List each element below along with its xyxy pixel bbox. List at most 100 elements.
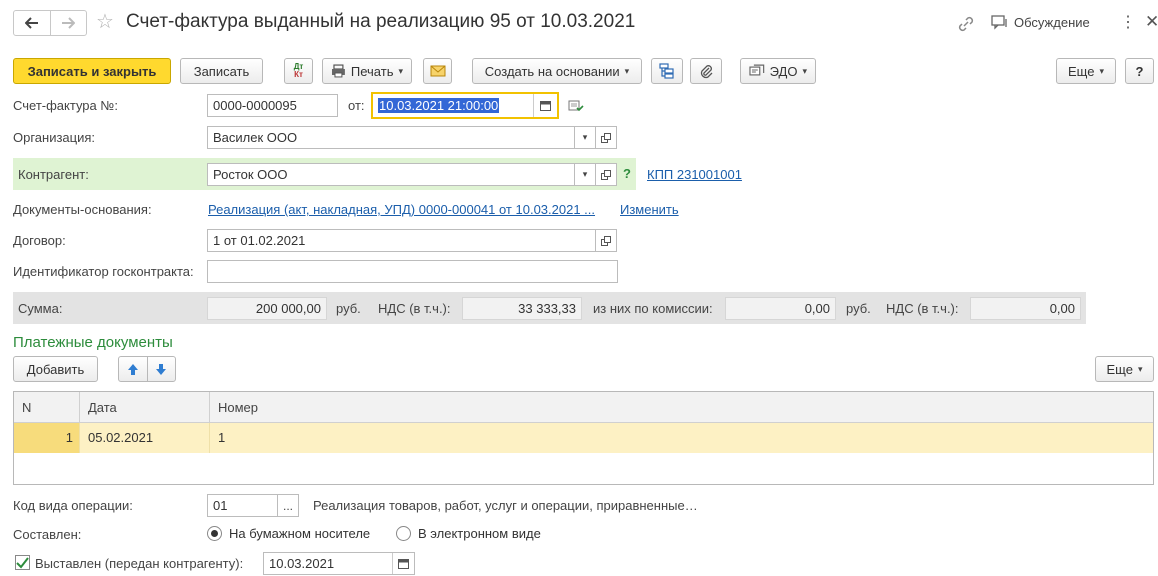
payments-more-label: Еще [1107, 362, 1133, 377]
issued-checkbox[interactable] [15, 555, 30, 570]
operation-code-field[interactable]: 01 [207, 494, 278, 517]
chevron-down-icon: ▾ [1138, 364, 1143, 375]
sum-label: Сумма: [18, 301, 62, 316]
discussion-button[interactable]: Обсуждение [991, 15, 1090, 30]
change-basis-link[interactable]: Изменить [620, 202, 679, 217]
open-link-icon [601, 170, 611, 180]
gov-contract-id-label: Идентификатор госконтракта: [13, 264, 194, 279]
contract-open-button[interactable] [595, 229, 617, 252]
arrow-down-icon [155, 363, 167, 376]
attach-button[interactable] [690, 58, 722, 84]
gov-contract-id-field[interactable] [207, 260, 618, 283]
save-button[interactable]: Записать [180, 58, 263, 84]
organization-dropdown-button[interactable]: ▾ [574, 126, 596, 149]
paperclip-icon [699, 63, 713, 79]
operation-code-select-button[interactable]: ... [277, 494, 299, 517]
calendar-button[interactable] [533, 94, 557, 117]
more-vertical-icon[interactable]: ⋮ [1120, 13, 1136, 33]
edo-icon [749, 64, 765, 78]
issued-label: Выставлен (передан контрагенту): [35, 556, 243, 571]
edo-label: ЭДО [770, 64, 798, 79]
counterparty-open-button[interactable] [595, 163, 617, 186]
discussion-label: Обсуждение [1014, 15, 1090, 30]
payments-more-button[interactable]: Еще ▾ [1095, 356, 1154, 382]
radio-selected-icon [207, 526, 222, 541]
printer-icon [331, 64, 346, 78]
invoice-number-field[interactable]: 0000-0000095 [207, 94, 338, 117]
from-label: от: [348, 98, 365, 113]
back-button[interactable] [14, 11, 51, 35]
move-buttons [118, 356, 176, 382]
move-up-button[interactable] [119, 357, 148, 381]
structure-button[interactable] [651, 58, 683, 84]
radio-paper[interactable]: На бумажном носителе [207, 526, 370, 541]
save-and-close-button[interactable]: Записать и закрыть [13, 58, 171, 84]
checkmark-icon [16, 557, 29, 569]
organization-open-button[interactable] [595, 126, 617, 149]
organization-field[interactable]: Василек ООО [207, 126, 575, 149]
chevron-down-icon: ▾ [625, 66, 630, 77]
save-and-close-label: Записать и закрыть [28, 64, 157, 79]
calendar-icon [398, 558, 409, 569]
forward-button[interactable] [51, 11, 87, 35]
chevron-down-icon: ▾ [398, 66, 403, 77]
add-label: Добавить [27, 362, 84, 377]
arrow-right-icon [61, 17, 75, 29]
sync-check-icon[interactable] [568, 99, 584, 113]
basis-docs-link[interactable]: Реализация (акт, накладная, УПД) 0000-00… [208, 202, 595, 217]
cell-n-value: 1 [66, 430, 73, 445]
cell-n[interactable]: 1 [14, 423, 80, 453]
radio-electronic[interactable]: В электронном виде [396, 526, 541, 541]
counterparty-help-icon[interactable]: ? [623, 166, 631, 181]
commission-vat-label: НДС (в т.ч.): [886, 301, 959, 316]
open-link-icon [601, 133, 611, 143]
cell-date[interactable]: 05.02.2021 [80, 423, 210, 453]
operation-code-select-label: ... [283, 499, 293, 513]
calendar-icon [540, 100, 551, 111]
cell-number[interactable]: 1 [210, 423, 1153, 453]
issued-calendar-button[interactable] [392, 553, 414, 574]
kpp-link[interactable]: КПП 231001001 [647, 167, 742, 182]
arrow-up-icon [127, 363, 139, 376]
counterparty-dropdown-button[interactable]: ▾ [574, 163, 596, 186]
email-button[interactable] [423, 58, 452, 84]
chevron-down-icon: ▾ [1099, 66, 1104, 77]
organization-label: Организация: [13, 130, 95, 145]
counterparty-label: Контрагент: [18, 167, 89, 182]
table-row[interactable]: 1 05.02.2021 1 [14, 423, 1153, 453]
column-header-date[interactable]: Дата [80, 392, 210, 422]
link-icon[interactable] [957, 15, 975, 33]
help-label: ? [1136, 64, 1144, 79]
create-based-on-button[interactable]: Создать на основании ▾ [472, 58, 642, 84]
sum-currency-label: руб. [336, 301, 361, 316]
compiled-label: Составлен: [13, 527, 81, 542]
nav-back-forward [13, 10, 87, 36]
create-based-on-label: Создать на основании [485, 64, 620, 79]
move-down-button[interactable] [148, 357, 176, 381]
contract-field[interactable]: 1 от 01.02.2021 [207, 229, 596, 252]
more-button[interactable]: Еще ▾ [1056, 58, 1116, 84]
close-icon[interactable]: ✕ [1145, 12, 1158, 32]
invoice-number-label: Счет-фактура №: [13, 98, 118, 113]
print-button[interactable]: Печать ▾ [322, 58, 412, 84]
date-time-value: 10.03.2021 21:00:00 [378, 98, 499, 113]
print-label: Печать [351, 64, 394, 79]
favorite-star-icon[interactable]: ☆ [96, 11, 114, 33]
operation-code-label: Код вида операции: [13, 498, 133, 513]
more-label: Еще [1068, 64, 1094, 79]
chevron-down-icon: ▾ [802, 66, 807, 77]
edo-button[interactable]: ЭДО ▾ [740, 58, 816, 84]
radio-paper-label: На бумажном носителе [229, 526, 370, 541]
arrow-left-icon [25, 17, 39, 29]
add-button[interactable]: Добавить [13, 356, 98, 382]
help-button[interactable]: ? [1125, 58, 1154, 84]
counterparty-field[interactable]: Росток ООО [207, 163, 575, 186]
issued-date-field[interactable]: 10.03.2021 [263, 552, 415, 575]
column-header-n[interactable]: N [14, 392, 80, 422]
dtkt-button[interactable]: ДтКт [284, 58, 313, 84]
date-time-field[interactable]: 10.03.2021 21:00:00 [371, 92, 559, 119]
column-header-number[interactable]: Номер [210, 392, 1153, 422]
envelope-icon [430, 65, 446, 77]
chat-icon [991, 15, 1008, 30]
radio-unselected-icon [396, 526, 411, 541]
